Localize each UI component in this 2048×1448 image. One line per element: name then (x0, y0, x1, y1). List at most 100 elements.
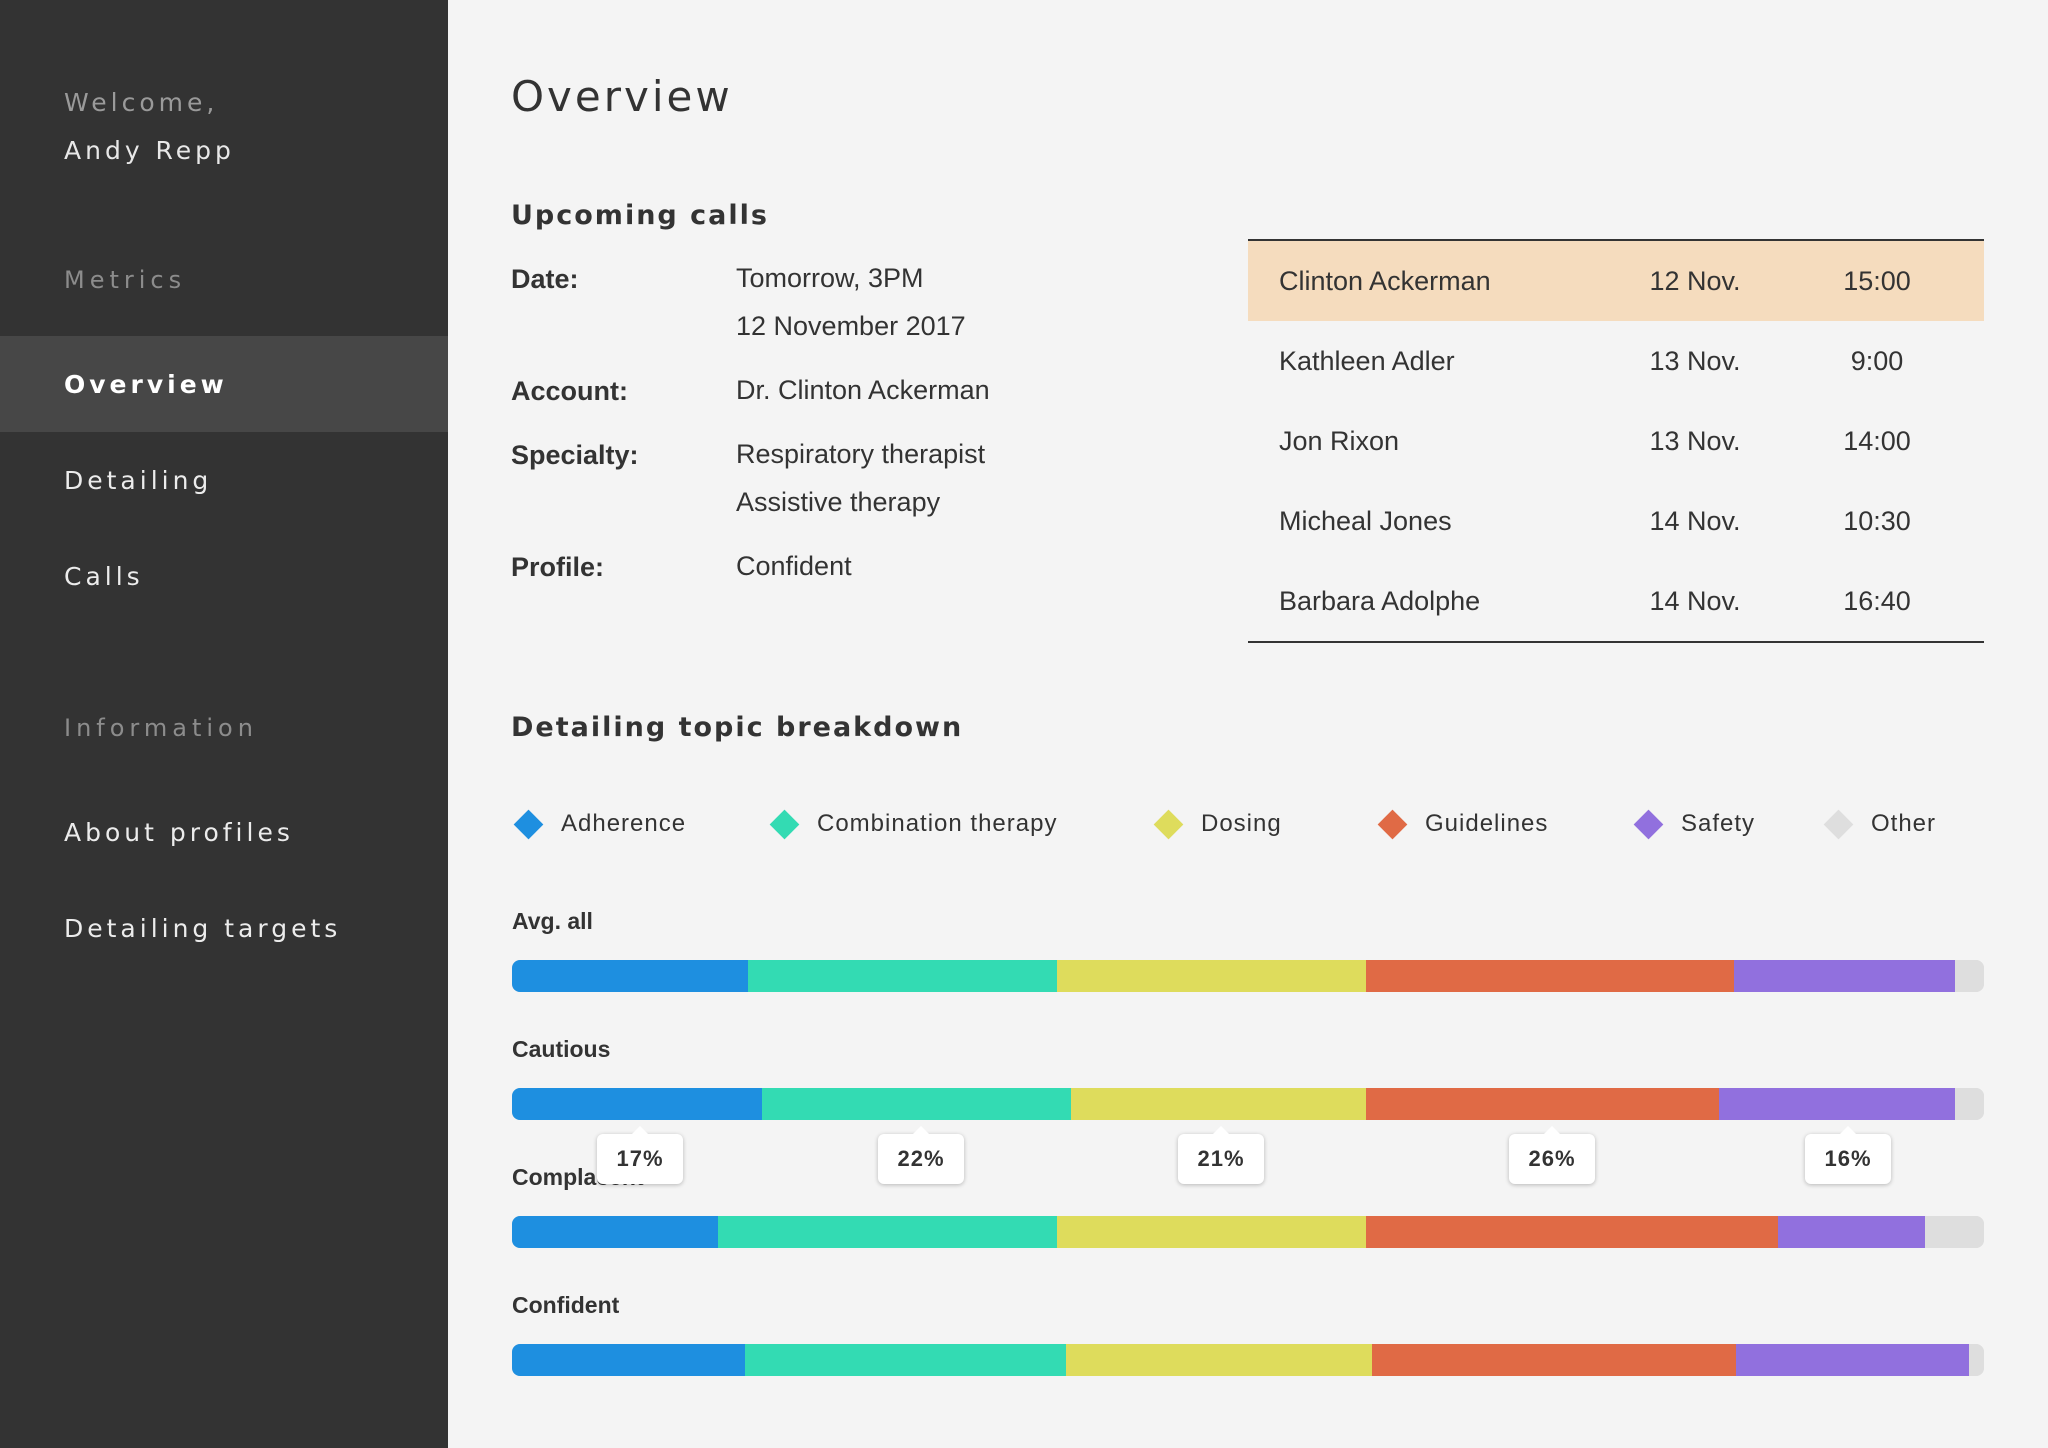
profile-value: Confident (736, 551, 852, 581)
call-date: 14 Nov. (1649, 505, 1741, 536)
legend-item-dosing: Dosing (1153, 808, 1282, 840)
date-label: Date: (511, 264, 579, 294)
segment-tooltip: 21% (1178, 1126, 1264, 1184)
bar-segment-combination-therapy[interactable] (745, 1344, 1066, 1376)
legend-label: Safety (1681, 810, 1756, 837)
upcoming-calls-heading: Upcoming calls (511, 200, 769, 231)
account-label: Account: (511, 376, 628, 406)
table-row[interactable]: Kathleen Adler 13 Nov. 9:00 (1248, 321, 1984, 401)
segment-tooltip: 22% (878, 1126, 964, 1184)
nav-item-calls[interactable]: Calls (0, 528, 448, 624)
nav-item-label: Calls (64, 561, 144, 591)
call-name: Clinton Ackerman (1279, 265, 1491, 296)
bar-segment-combination-therapy[interactable] (762, 1088, 1072, 1120)
bar-segment-other[interactable] (1925, 1216, 1984, 1248)
nav-item-label: Detailing (64, 465, 213, 495)
nav-item-overview[interactable]: Overview (0, 336, 448, 432)
table-row[interactable]: Micheal Jones 14 Nov. 10:30 (1248, 481, 1984, 561)
bar-segment-adherence[interactable] (512, 1088, 763, 1120)
bar-segment-other[interactable] (1969, 1344, 1984, 1376)
segment-tooltip: 17% (597, 1126, 683, 1184)
diamond-icon (513, 809, 544, 839)
legend-label: Combination therapy (817, 810, 1058, 837)
diamond-icon (1633, 809, 1664, 839)
nav-item-label: Overview (64, 369, 228, 399)
stacked-bar-confident[interactable] (512, 1344, 1984, 1376)
nav-item-label: About profiles (64, 817, 294, 847)
diamond-icon (1153, 809, 1184, 839)
bar-segment-dosing[interactable] (1056, 1216, 1366, 1248)
user-name: Andy Repp (64, 136, 235, 165)
call-time: 9:00 (1850, 345, 1904, 376)
diamond-icon (1377, 809, 1408, 839)
call-time: 16:40 (1843, 585, 1911, 616)
bar-segment-safety[interactable] (1733, 960, 1955, 992)
nav-item-label: Detailing targets (64, 913, 342, 943)
call-date: 14 Nov. (1649, 585, 1741, 616)
bar-segment-dosing[interactable] (1056, 960, 1366, 992)
nav-item-detailing-targets[interactable]: Detailing targets (0, 880, 448, 976)
bar-segment-other[interactable] (1954, 1088, 1984, 1120)
bar-segment-safety[interactable] (1736, 1344, 1970, 1376)
segment-tooltip: 16% (1805, 1126, 1891, 1184)
specialty-value-line-1: Respiratory therapist (736, 439, 986, 469)
bar-segment-adherence[interactable] (512, 1216, 719, 1248)
diamond-icon (769, 809, 800, 839)
call-time: 14:00 (1843, 425, 1911, 456)
bar-segment-adherence[interactable] (512, 1344, 746, 1376)
legend-label: Adherence (561, 810, 687, 837)
call-date: 13 Nov. (1649, 425, 1741, 456)
date-value-line-2: 12 November 2017 (736, 311, 966, 341)
table-row[interactable]: Jon Rixon 13 Nov. 14:00 (1248, 401, 1984, 481)
date-value-line-1: Tomorrow, 3PM (736, 263, 924, 293)
bar-segment-dosing[interactable] (1071, 1088, 1366, 1120)
call-time: 10:30 (1843, 505, 1911, 536)
bar-label-cautious: Cautious (512, 1036, 611, 1062)
nav-item-detailing[interactable]: Detailing (0, 432, 448, 528)
welcome-text: Welcome, (64, 88, 219, 117)
bar-segment-guidelines[interactable] (1365, 1216, 1778, 1248)
upcoming-calls-table: Clinton Ackerman 12 Nov. 15:00 Kathleen … (1248, 239, 1984, 643)
information-heading: Information (64, 714, 258, 742)
legend-item-guidelines: Guidelines (1377, 808, 1549, 840)
bar-segment-guidelines[interactable] (1365, 1088, 1719, 1120)
bar-segment-safety[interactable] (1719, 1088, 1955, 1120)
table-row[interactable]: Clinton Ackerman 12 Nov. 15:00 (1248, 241, 1984, 321)
bar-segment-adherence[interactable] (512, 960, 748, 992)
legend-label: Dosing (1201, 810, 1282, 837)
bar-segment-guidelines[interactable] (1365, 960, 1734, 992)
call-name: Kathleen Adler (1279, 345, 1455, 376)
stacked-bar-complacent[interactable] (512, 1216, 1984, 1248)
legend-label: Guidelines (1425, 810, 1549, 837)
bar-segment-safety[interactable] (1777, 1216, 1926, 1248)
legend-item-adherence: Adherence (513, 808, 687, 840)
bar-segment-combination-therapy[interactable] (747, 960, 1057, 992)
profile-label: Profile: (511, 552, 605, 582)
legend-item-combination-therapy: Combination therapy (769, 808, 1058, 840)
legend-item-other: Other (1823, 808, 1937, 840)
specialty-label: Specialty: (511, 440, 639, 470)
specialty-value-line-2: Assistive therapy (736, 487, 941, 517)
metrics-heading: Metrics (64, 266, 187, 294)
legend-item-safety: Safety (1633, 808, 1756, 840)
bar-segment-combination-therapy[interactable] (718, 1216, 1057, 1248)
stacked-bar-avg-all[interactable] (512, 960, 1984, 992)
stacked-bar-cautious[interactable] (512, 1088, 1984, 1120)
bar-segment-guidelines[interactable] (1371, 1344, 1737, 1376)
account-value: Dr. Clinton Ackerman (736, 375, 990, 405)
chart-legend: Adherence Combination therapy Dosing Gui… (513, 808, 2004, 840)
page-title: Overview (511, 72, 733, 121)
bar-segment-other[interactable] (1954, 960, 1984, 992)
call-name: Jon Rixon (1279, 425, 1400, 456)
diamond-icon (1823, 809, 1854, 839)
table-row[interactable]: Barbara Adolphe 14 Nov. 16:40 (1248, 561, 1984, 641)
bar-label-confident: Confident (512, 1292, 620, 1318)
call-date: 12 Nov. (1649, 265, 1741, 296)
call-name: Barbara Adolphe (1279, 585, 1481, 616)
sidebar: Welcome, Andy Repp Metrics Overview Deta… (0, 0, 448, 1448)
bar-label-avg-all: Avg. all (512, 908, 593, 934)
nav-item-about-profiles[interactable]: About profiles (0, 784, 448, 880)
bar-segment-dosing[interactable] (1065, 1344, 1372, 1376)
legend-label: Other (1871, 810, 1937, 837)
breakdown-heading: Detailing topic breakdown (511, 712, 964, 743)
